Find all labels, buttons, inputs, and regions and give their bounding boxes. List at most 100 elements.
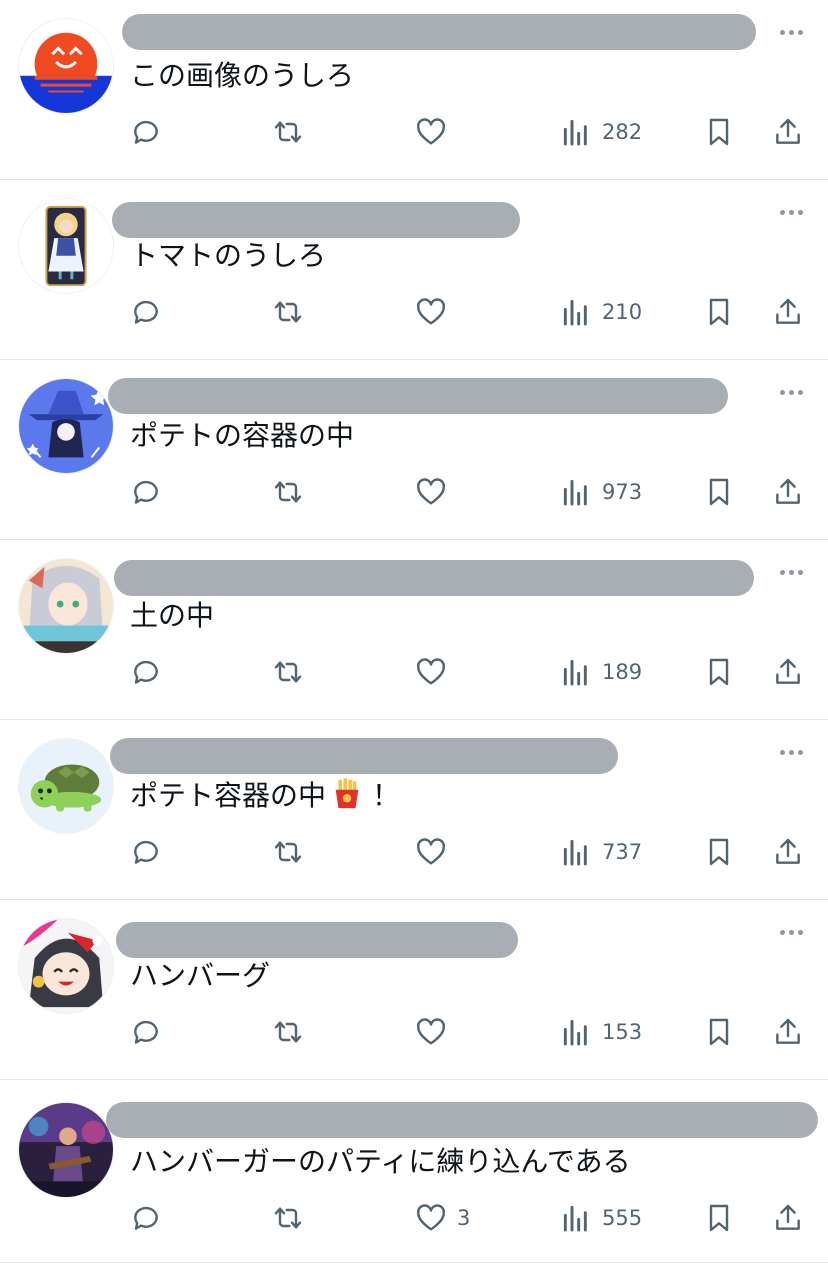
retweet-button[interactable]: [272, 470, 304, 514]
retweet-button[interactable]: [272, 1010, 304, 1054]
reply-button[interactable]: [130, 290, 162, 334]
reply-button[interactable]: [130, 470, 162, 514]
retweet-button[interactable]: [272, 1196, 304, 1240]
like-button[interactable]: 3: [415, 1196, 470, 1240]
comment-icon: [134, 1206, 158, 1230]
share-icon: [776, 1204, 800, 1230]
action-bar: 3 555: [0, 1196, 828, 1240]
views-button[interactable]: 153: [560, 1010, 642, 1054]
reply-item[interactable]: この画像のうしろ 282: [0, 0, 828, 180]
action-bar: 210: [0, 290, 828, 334]
bookmark-button[interactable]: [703, 830, 735, 874]
redacted-username: [110, 738, 618, 774]
comment-icon: [134, 300, 158, 324]
bookmark-button[interactable]: [703, 110, 735, 154]
share-button[interactable]: [772, 1196, 804, 1240]
action-bar: 973: [0, 470, 828, 514]
comment-icon: [134, 840, 158, 864]
bookmark-button[interactable]: [703, 1196, 735, 1240]
retweet-button[interactable]: [272, 650, 304, 694]
bookmark-icon: [709, 1204, 729, 1232]
red-sun-smile-avatar: [19, 19, 113, 113]
views-chart-icon: [563, 1019, 587, 1046]
avatar[interactable]: [18, 378, 114, 474]
reply-item[interactable]: 土の中 189: [0, 540, 828, 720]
avatar[interactable]: [18, 1102, 114, 1198]
share-button[interactable]: [772, 1010, 804, 1054]
views-button[interactable]: 555: [560, 1196, 642, 1240]
reply-text: ハンバーガーのパティに練り込んである: [130, 1145, 631, 1178]
bookmark-icon: [709, 1018, 729, 1046]
green-turtle-avatar: [19, 739, 113, 833]
like-button[interactable]: [415, 650, 457, 694]
bookmark-icon: [709, 838, 729, 866]
like-button[interactable]: [415, 470, 457, 514]
views-button[interactable]: 282: [560, 110, 642, 154]
reply-item[interactable]: ポテトの容器の中 973: [0, 360, 828, 540]
retweet-button[interactable]: [272, 110, 304, 154]
retweet-icon: [274, 661, 302, 683]
avatar[interactable]: [18, 558, 114, 654]
reply-text: ポテトの容器の中: [130, 419, 355, 452]
redacted-username: [108, 378, 728, 414]
share-button[interactable]: [772, 830, 804, 874]
view-count: 189: [602, 660, 643, 684]
action-bar: 189: [0, 650, 828, 694]
share-icon: [776, 838, 800, 864]
share-icon: [776, 658, 800, 684]
share-button[interactable]: [772, 470, 804, 514]
share-button[interactable]: [772, 110, 804, 154]
reply-item[interactable]: ポテト容器の中 ！ 737: [0, 720, 828, 900]
heart-icon: [416, 118, 446, 145]
more-options-icon[interactable]: [776, 382, 806, 402]
retweet-icon: [274, 301, 302, 323]
reply-button[interactable]: [130, 830, 162, 874]
reply-item[interactable]: ハンバーグ 153: [0, 900, 828, 1080]
bookmark-button[interactable]: [703, 1010, 735, 1054]
more-options-icon[interactable]: [776, 922, 806, 942]
view-count: 737: [602, 840, 643, 864]
like-button[interactable]: [415, 1010, 457, 1054]
view-count: 282: [602, 120, 643, 144]
bookmark-icon: [709, 658, 729, 686]
heart-icon: [416, 1204, 446, 1231]
reply-item[interactable]: トマトのうしろ 210: [0, 180, 828, 360]
like-button[interactable]: [415, 290, 457, 334]
anime-girl-silver-hair-avatar: [19, 559, 113, 653]
avatar[interactable]: [18, 198, 114, 294]
views-button[interactable]: 189: [560, 650, 642, 694]
view-count: 973: [602, 480, 643, 504]
avatar[interactable]: [18, 738, 114, 834]
share-button[interactable]: [772, 650, 804, 694]
avatar[interactable]: [18, 918, 114, 1014]
views-chart-icon: [563, 1205, 587, 1232]
like-button[interactable]: [415, 110, 457, 154]
views-chart-icon: [563, 839, 587, 866]
redacted-username: [122, 14, 756, 50]
reply-button[interactable]: [130, 650, 162, 694]
share-icon: [776, 1018, 800, 1044]
more-options-icon[interactable]: [776, 742, 806, 762]
more-options-icon[interactable]: [776, 202, 806, 222]
more-options-icon[interactable]: [776, 562, 806, 582]
reply-button[interactable]: [130, 110, 162, 154]
reply-button[interactable]: [130, 1010, 162, 1054]
bookmark-button[interactable]: [703, 650, 735, 694]
avatar[interactable]: [18, 18, 114, 114]
bookmark-button[interactable]: [703, 470, 735, 514]
views-button[interactable]: 210: [560, 290, 642, 334]
action-bar: 153: [0, 1010, 828, 1054]
reply-button[interactable]: [130, 1196, 162, 1240]
retweet-button[interactable]: [272, 290, 304, 334]
retweet-button[interactable]: [272, 830, 304, 874]
reply-item[interactable]: ハンバーガーのパティに練り込んである 3 555: [0, 1080, 828, 1263]
anime-girl-tarot-avatar: [19, 199, 113, 293]
reply-text-main: ポテト容器の中: [130, 779, 327, 812]
views-button[interactable]: 973: [560, 470, 642, 514]
more-options-icon[interactable]: [776, 22, 806, 42]
share-button[interactable]: [772, 290, 804, 334]
like-button[interactable]: [415, 830, 457, 874]
bookmark-button[interactable]: [703, 290, 735, 334]
comment-icon: [134, 660, 158, 684]
views-button[interactable]: 737: [560, 830, 642, 874]
